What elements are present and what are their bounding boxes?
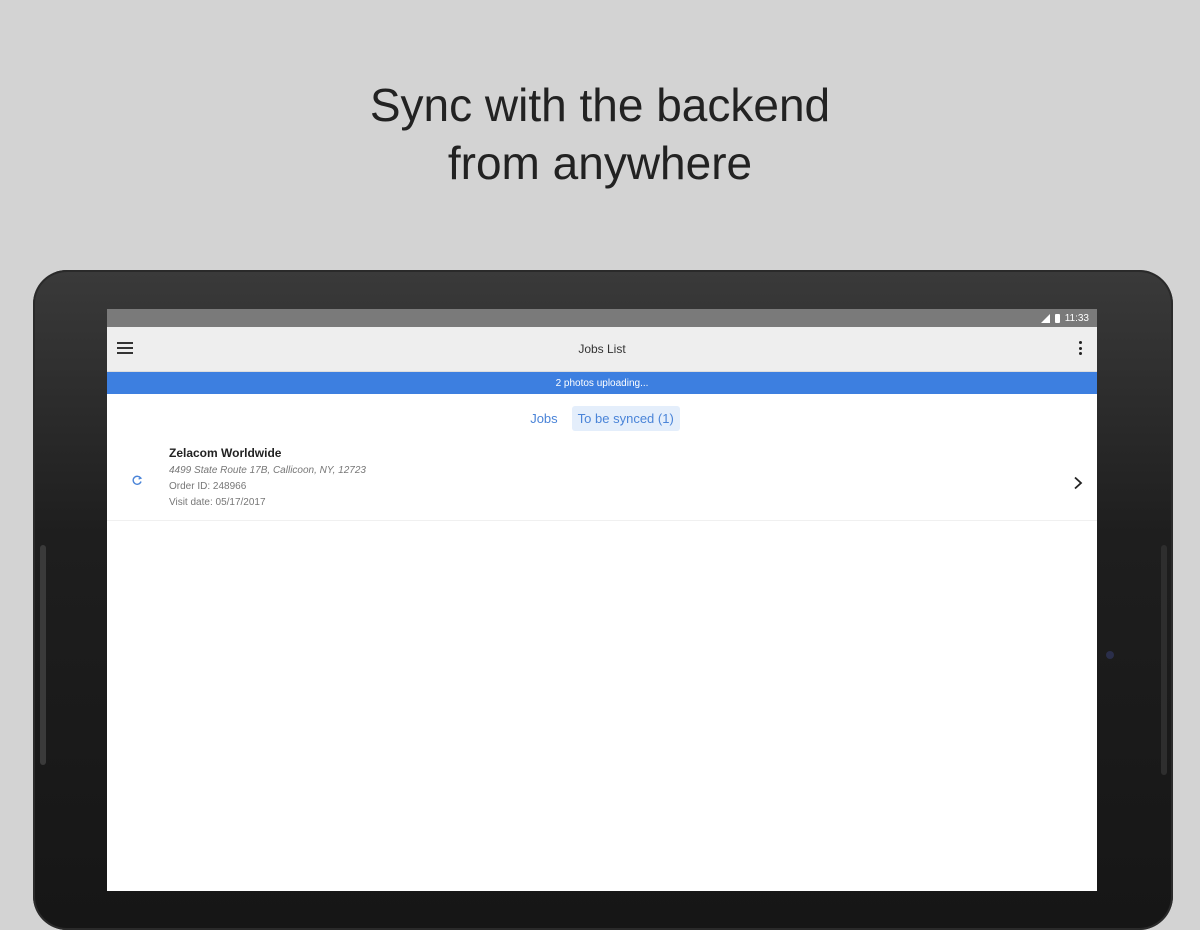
job-details: Zelacom Worldwide 4499 State Route 17B, … <box>169 446 366 511</box>
tab-jobs[interactable]: Jobs <box>524 406 563 431</box>
chevron-right-icon[interactable] <box>1073 476 1083 490</box>
job-address: 4499 State Route 17B, Callicoon, NY, 127… <box>169 465 366 476</box>
page-title: Jobs List <box>578 342 626 356</box>
signal-icon <box>1040 313 1050 323</box>
camera-icon <box>1106 651 1114 659</box>
more-vert-icon[interactable] <box>1079 341 1083 355</box>
upload-status-text: 2 photos uploading... <box>555 377 649 389</box>
tablet-side-button-right <box>1161 545 1167 775</box>
status-bar: 11:33 <box>107 309 1097 327</box>
hamburger-menu-icon[interactable] <box>117 342 133 354</box>
upload-status-banner: 2 photos uploading... <box>107 372 1097 394</box>
tab-bar: Jobs To be synced (1) <box>107 404 1097 432</box>
headline-line-1: Sync with the backend <box>369 79 831 131</box>
job-order-id: Order ID: 248966 <box>169 481 247 492</box>
app-screen: 11:33 Jobs List 2 photos uploading... Jo… <box>107 309 1097 891</box>
tablet-side-button-left <box>40 545 46 765</box>
headline: Sync with the backend from anywhere <box>0 76 1200 192</box>
app-bar: Jobs List <box>107 327 1097 372</box>
headline-line-2: from anywhere <box>447 137 753 189</box>
job-visit-date: Visit date: 05/17/2017 <box>169 497 266 508</box>
list-item[interactable]: Zelacom Worldwide 4499 State Route 17B, … <box>107 446 1097 521</box>
tab-to-be-synced[interactable]: To be synced (1) <box>571 405 680 431</box>
battery-icon <box>1054 313 1060 323</box>
job-name: Zelacom Worldwide <box>169 446 282 460</box>
sync-icon <box>132 475 143 485</box>
status-time: 11:33 <box>1064 312 1089 324</box>
